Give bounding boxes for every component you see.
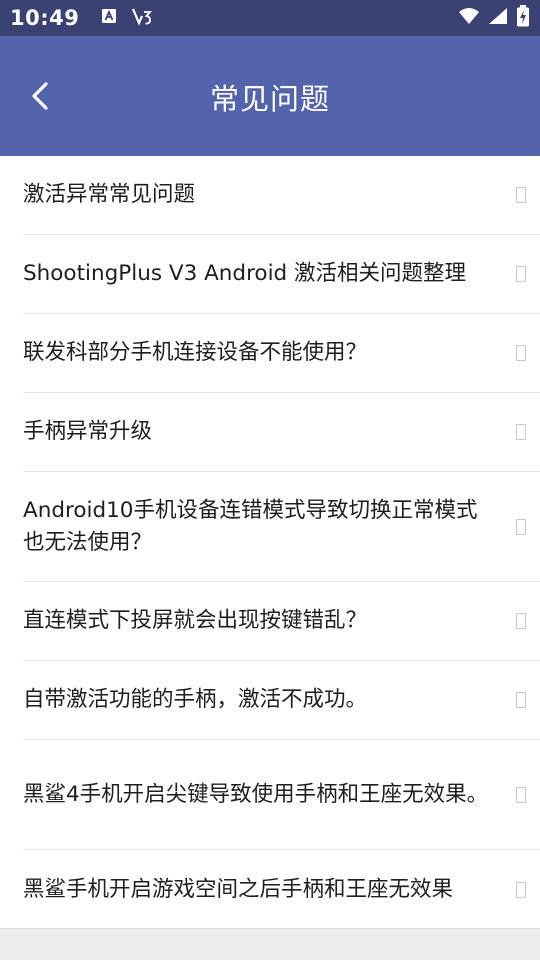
faq-item-label: 直连模式下投屏就会出现按键错乱？ <box>23 608 368 633</box>
chevron-right-icon <box>516 345 526 361</box>
faq-item-label: ShootingPlus V3 Android 激活相关问题整理 <box>23 261 467 286</box>
status-bar: 10:49 <box>0 0 540 36</box>
status-time: 10:49 <box>10 6 80 30</box>
faq-item-label: 黑鲨手机开启游戏空间之后手柄和王座无效果 <box>23 876 454 902</box>
page-title: 常见问题 <box>209 82 330 116</box>
chevron-right-icon <box>516 518 526 535</box>
font-a-icon <box>101 8 117 28</box>
wifi-icon <box>458 7 480 29</box>
chevron-right-icon <box>516 786 526 803</box>
faq-item-activation-errors[interactable]: 激活异常常见问题 <box>23 156 540 235</box>
bottom-area <box>0 928 540 960</box>
faq-item-android10-mode[interactable]: Android10手机设备连错模式导致切换正常模式也无法使用？ <box>23 472 540 582</box>
signal-3-icon <box>131 6 153 30</box>
faq-item-label: 黑鲨4手机开启尖键导致使用手柄和王座无效果。 <box>23 781 489 807</box>
faq-item-controller-upgrade[interactable]: 手柄异常升级 <box>23 393 540 472</box>
faq-item-label: 联发科部分手机连接设备不能使用？ <box>23 340 368 365</box>
status-left-icons <box>101 6 153 30</box>
faq-item-direct-mode-cast[interactable]: 直连模式下投屏就会出现按键错乱？ <box>23 582 540 661</box>
battery-charging-icon <box>516 5 530 31</box>
faq-item-shootingplus-v3[interactable]: ShootingPlus V3 Android 激活相关问题整理 <box>23 235 540 314</box>
faq-item-mediatek[interactable]: 联发科部分手机连接设备不能使用？ <box>23 314 540 393</box>
status-right-icons <box>458 5 530 31</box>
chevron-right-icon <box>516 187 526 203</box>
faq-item-label: 手柄异常升级 <box>23 419 153 444</box>
faq-item-label: 自带激活功能的手柄，激活不成功。 <box>23 687 368 712</box>
cellular-icon <box>488 7 508 29</box>
app-bar: 常见问题 <box>0 36 540 156</box>
chevron-right-icon <box>516 424 526 440</box>
chevron-right-icon <box>516 692 526 708</box>
faq-item-label: Android10手机设备连错模式导致切换正常模式也无法使用？ <box>23 497 478 555</box>
faq-item-label: 激活异常常见问题 <box>23 182 196 207</box>
faq-list: 激活异常常见问题 ShootingPlus V3 Android 激活相关问题整… <box>0 156 540 928</box>
faq-item-blackshark4[interactable]: 黑鲨4手机开启尖键导致使用手柄和王座无效果。 <box>23 740 540 850</box>
faq-item-self-activation[interactable]: 自带激活功能的手柄，激活不成功。 <box>23 661 540 740</box>
faq-item-blackshark-game-space[interactable]: 黑鲨手机开启游戏空间之后手柄和王座无效果 <box>23 850 540 929</box>
chevron-right-icon <box>516 266 526 282</box>
chevron-right-icon <box>516 881 526 898</box>
chevron-right-icon <box>516 613 526 629</box>
